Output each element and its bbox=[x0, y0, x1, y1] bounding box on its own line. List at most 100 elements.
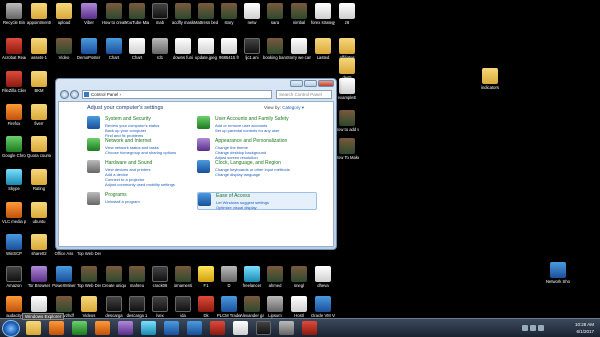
desktop-icon[interactable]: WinSCP bbox=[2, 234, 26, 256]
desktop-icon[interactable]: Dk bbox=[194, 296, 218, 318]
desktop-icon[interactable]: forex strategy bbox=[311, 3, 335, 25]
category-link[interactable]: Choose homegroup and sharing options bbox=[105, 150, 176, 155]
view-by-control[interactable]: View by: Category ▾ bbox=[264, 105, 304, 111]
desktop-icon[interactable]: rd1 bbox=[148, 38, 172, 60]
explorer-icon[interactable] bbox=[26, 321, 41, 335]
desktop-icon[interactable]: DemoPoster RU 3.04.19 bbox=[77, 38, 101, 60]
view-by-dropdown[interactable]: Category ▾ bbox=[282, 105, 304, 110]
media-player-icon[interactable] bbox=[49, 321, 64, 335]
back-arrow-icon[interactable] bbox=[60, 90, 69, 99]
desktop-icon[interactable]: ornamenti bbox=[171, 266, 195, 288]
tray-arrow-icon[interactable] bbox=[522, 325, 528, 331]
desktop-icon[interactable]: descarga bbox=[102, 296, 126, 318]
desktop-icon[interactable]: affiliates bbox=[335, 38, 359, 60]
desktop-icon[interactable]: Lipsum bbox=[263, 296, 287, 318]
desktop-icon[interactable]: Oracle VM VirtualBox bbox=[311, 296, 335, 318]
desktop-icon[interactable]: Quora course bbox=[27, 136, 51, 158]
desktop-icon[interactable]: des5 bbox=[335, 58, 359, 80]
desktop-icon[interactable]: lvex bbox=[148, 296, 172, 318]
category-network-and-internet[interactable]: Network and Internet View network status … bbox=[87, 138, 207, 156]
desktop-icon[interactable]: crack06 bbox=[148, 266, 172, 288]
control-panel-window[interactable]: Control Panel › Search Control Panel Adj… bbox=[55, 78, 337, 250]
clock-date[interactable]: 6/1/2017 bbox=[576, 329, 594, 334]
desktop-icon[interactable]: VLC media player bbox=[2, 202, 26, 224]
desktop-icon[interactable]: Videos bbox=[77, 296, 101, 318]
chrome-icon[interactable] bbox=[72, 321, 87, 335]
desktop-icon[interactable]: Lasted bbox=[311, 38, 335, 60]
desktop-icon[interactable]: Mattress bed for sale ne bbox=[194, 3, 218, 25]
desktop-icon[interactable]: PLCM Trader bbox=[217, 296, 241, 318]
category-title[interactable]: User Accounts and Family Safety bbox=[215, 116, 289, 122]
desktop-icon[interactable]: snegl bbox=[287, 266, 311, 288]
search-input[interactable]: Search Control Panel bbox=[276, 90, 332, 99]
desktop-icon[interactable]: ahmed bbox=[263, 266, 287, 288]
recorder-icon[interactable] bbox=[302, 321, 317, 335]
category-link[interactable]: Change display language bbox=[215, 172, 260, 177]
desktop-icon[interactable]: Skype bbox=[2, 169, 26, 191]
category-clock-language-and-region[interactable]: Clock, Language, and Region Change keyboa… bbox=[197, 160, 317, 178]
category-link[interactable]: Adjust commonly used mobility settings bbox=[105, 182, 175, 187]
control-panel-icon[interactable] bbox=[187, 321, 202, 335]
desktop-icon[interactable]: Video bbox=[52, 38, 76, 60]
desktop-icon[interactable]: Amazon bbox=[2, 266, 26, 288]
forward-arrow-icon[interactable] bbox=[70, 90, 79, 99]
desktop-icon[interactable]: mahreu bbox=[125, 266, 149, 288]
close-button[interactable] bbox=[318, 80, 334, 87]
desktop-icon[interactable]: Recycle Bin bbox=[2, 3, 26, 25]
category-ease-of-access[interactable]: Ease of Access Let Windows suggest settin… bbox=[197, 192, 317, 210]
desktop-icon[interactable]: netw bbox=[240, 3, 264, 25]
desktop-icon[interactable]: acdfly mask bbox=[171, 3, 195, 25]
desktop-icon[interactable]: Acrobat Reader DC bbox=[2, 38, 26, 60]
viber-icon[interactable] bbox=[118, 321, 133, 335]
desktop-icon[interactable]: Alexander gabrd bbox=[240, 296, 264, 318]
desktop-icon[interactable]: z6 bbox=[335, 3, 359, 25]
desktop-icon[interactable]: F1 bbox=[194, 266, 218, 288]
desktop-icon[interactable]: How To Make Stat bbox=[335, 138, 359, 160]
paint-icon[interactable] bbox=[210, 321, 225, 335]
desktop-icon[interactable]: share02 bbox=[27, 234, 51, 256]
desktop-icon[interactable]: How to add web bbox=[335, 110, 359, 132]
category-system-and-security[interactable]: System and Security Review your computer'… bbox=[87, 116, 207, 139]
desktop-icon[interactable]: sara bbox=[263, 3, 287, 25]
desktop-icon[interactable]: ida bbox=[171, 296, 195, 318]
desktop-icon[interactable]: nimbal bbox=[287, 3, 311, 25]
firefox-icon[interactable] bbox=[95, 321, 110, 335]
start-button[interactable] bbox=[2, 320, 20, 337]
desktop-icon[interactable]: appointments bbox=[27, 3, 51, 25]
category-link[interactable]: Uninstall a program bbox=[105, 199, 140, 204]
desktop-icon[interactable]: BKM bbox=[27, 71, 51, 93]
window-titlebar[interactable] bbox=[56, 79, 336, 89]
desktop-icon[interactable]: booking banner bbox=[263, 38, 287, 60]
desktop-icon[interactable]: update.jpeg bbox=[194, 38, 218, 60]
desktop-icon[interactable]: story bbox=[217, 3, 241, 25]
category-title[interactable]: Hardware and Sound bbox=[105, 160, 152, 166]
notepad-icon[interactable] bbox=[233, 321, 248, 335]
desktop-icon[interactable]: mab bbox=[148, 3, 172, 25]
word-icon[interactable] bbox=[164, 321, 179, 335]
desktop-icon[interactable]: FileZilla Client bbox=[2, 71, 26, 93]
skype-icon[interactable] bbox=[141, 321, 156, 335]
category-title[interactable]: Clock, Language, and Region bbox=[215, 160, 281, 166]
desktop-icon[interactable]: indicators bbox=[478, 68, 502, 90]
desktop-icon[interactable]: ljc1.ani bbox=[240, 38, 264, 60]
obs-icon[interactable] bbox=[256, 321, 271, 335]
category-appearance-and-personalization[interactable]: Appearance and Personalization Change the… bbox=[197, 138, 317, 161]
desktop-icon[interactable]: Tor Browser bbox=[27, 266, 51, 288]
category-title[interactable]: Programs bbox=[105, 192, 127, 198]
desktop-icon[interactable]: Top Web Developm bbox=[77, 266, 101, 288]
desktop-icon[interactable]: Rating bbox=[27, 169, 51, 191]
clock-time[interactable]: 10:28 AM bbox=[575, 322, 594, 327]
desktop-icon[interactable]: freelancer bbox=[240, 266, 264, 288]
category-title[interactable]: Network and Internet bbox=[105, 138, 151, 144]
category-programs[interactable]: Programs Uninstall a program bbox=[87, 192, 207, 205]
category-hardware-and-sound[interactable]: Hardware and Sound View devices and print… bbox=[87, 160, 207, 188]
address-bar[interactable]: Control Panel › bbox=[82, 90, 272, 99]
desktop-icon[interactable]: How to create vid bbox=[102, 3, 126, 25]
desktop-icon[interactable]: dheva bbox=[311, 266, 335, 288]
desktop-icon[interactable]: assets-1 bbox=[27, 38, 51, 60]
desktop-icon[interactable]: Hostl bbox=[287, 296, 311, 318]
category-link[interactable]: Set up parental controls for any user bbox=[215, 128, 279, 133]
category-title[interactable]: Ease of Access bbox=[216, 193, 250, 199]
desktop-icon[interactable]: exampleE bbox=[335, 78, 359, 100]
minimize-button[interactable] bbox=[290, 80, 303, 87]
